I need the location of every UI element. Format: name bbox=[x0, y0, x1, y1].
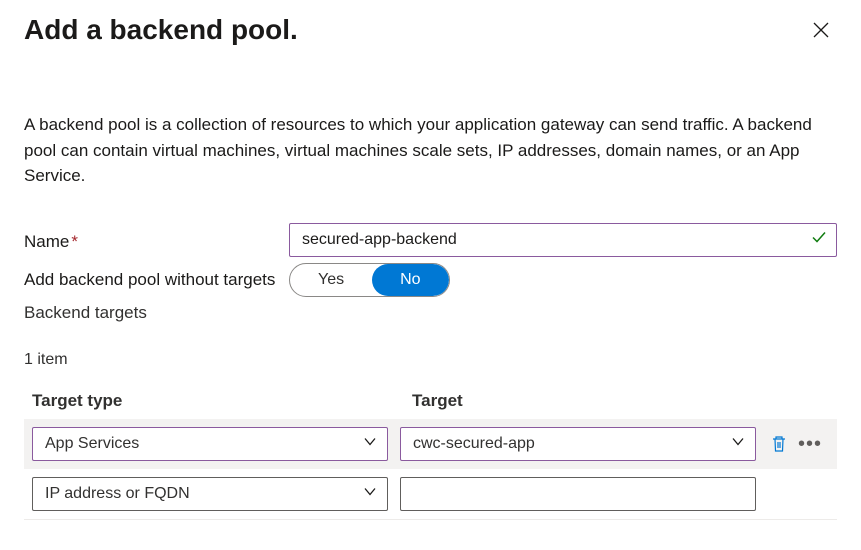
targets-table: Target type Target App Services cwc-secu… bbox=[24, 383, 837, 520]
column-target-type: Target type bbox=[32, 391, 412, 411]
target-type-value: IP address or FQDN bbox=[45, 485, 190, 503]
delete-button[interactable] bbox=[768, 433, 790, 455]
panel-title: Add a backend pool. bbox=[24, 14, 298, 46]
chevron-down-icon bbox=[363, 484, 377, 503]
toggle-yes[interactable]: Yes bbox=[290, 264, 372, 296]
chevron-down-icon bbox=[363, 434, 377, 453]
no-targets-toggle[interactable]: Yes No bbox=[289, 263, 450, 297]
column-target: Target bbox=[412, 391, 792, 411]
check-icon bbox=[811, 229, 827, 250]
target-value: cwc-secured-app bbox=[413, 435, 535, 453]
target-type-select[interactable]: IP address or FQDN bbox=[32, 477, 388, 511]
panel-description: A backend pool is a collection of resour… bbox=[24, 112, 837, 189]
item-count: 1 item bbox=[24, 351, 837, 369]
table-row: IP address or FQDN bbox=[24, 469, 837, 520]
more-icon: ••• bbox=[798, 433, 822, 455]
more-button[interactable]: ••• bbox=[798, 434, 822, 454]
target-type-value: App Services bbox=[45, 435, 139, 453]
close-button[interactable] bbox=[805, 14, 837, 46]
chevron-down-icon bbox=[731, 434, 745, 453]
target-select[interactable]: cwc-secured-app bbox=[400, 427, 756, 461]
backend-targets-label: Backend targets bbox=[24, 303, 837, 323]
toggle-no[interactable]: No bbox=[372, 264, 448, 296]
close-icon bbox=[813, 22, 829, 38]
name-input[interactable] bbox=[289, 223, 837, 257]
target-input[interactable] bbox=[400, 477, 756, 511]
target-type-select[interactable]: App Services bbox=[32, 427, 388, 461]
table-row: App Services cwc-secured-app ••• bbox=[24, 419, 837, 469]
name-label: Name* bbox=[24, 228, 289, 252]
required-asterisk: * bbox=[71, 232, 78, 251]
trash-icon bbox=[770, 435, 788, 453]
no-targets-label: Add backend pool without targets bbox=[24, 270, 289, 290]
